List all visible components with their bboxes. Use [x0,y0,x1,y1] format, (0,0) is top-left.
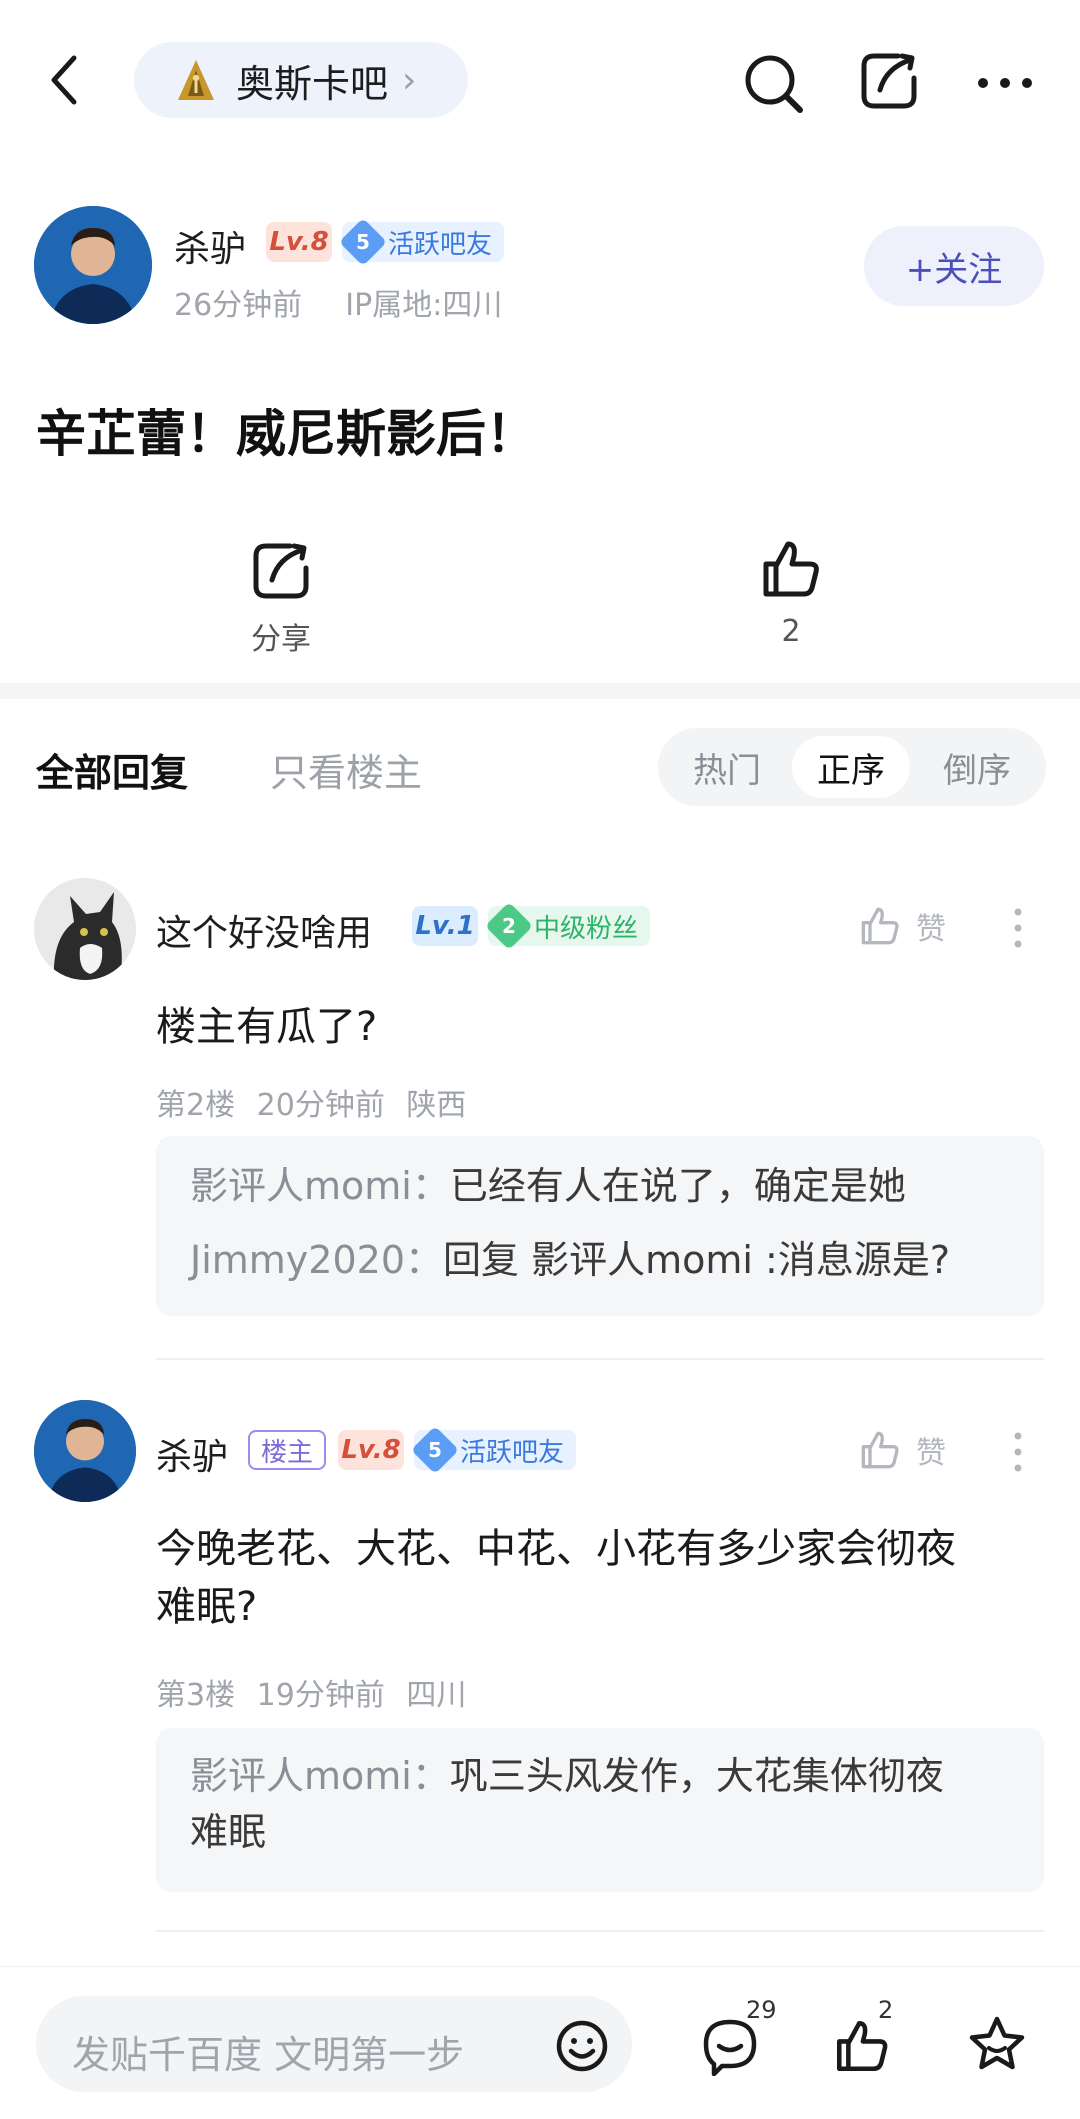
fan-badge: 2 中级粉丝 [484,901,651,951]
sort-descending[interactable]: 倒序 [918,736,1036,798]
level-badge: Lv.8 [266,222,332,262]
fan-title: 活跃吧友 [460,1437,565,1468]
more-icon[interactable] [975,68,1035,98]
oscar-logo-icon [174,56,218,104]
comment-count: 29 [746,1996,777,2024]
comment-icon[interactable] [700,2016,760,2076]
search-icon[interactable] [740,50,806,116]
level-badge: Lv.8 [338,1430,404,1470]
comment-text: 楼主有瓜了? [156,1004,378,1050]
author-name[interactable]: 杀驴 [174,220,246,272]
author-avatar[interactable] [34,206,152,324]
level-badge: Lv.1 [412,906,478,946]
commenter-avatar[interactable] [34,1400,136,1502]
sub-replies-box[interactable]: 影评人momi：巩三头风发作，大花集体彻夜 难眠 [156,1728,1044,1892]
sub-replies-box[interactable]: 影评人momi：已经有人在说了，确定是她 Jimmy2020：回复 影评人mom… [156,1136,1044,1316]
comment-meta: 第2楼 20分钟前 陕西 [156,1088,467,1123]
host-badge: 楼主 [248,1430,326,1470]
fan-badge: 5 活跃吧友 [410,1425,577,1475]
back-icon[interactable] [40,52,96,108]
sort-hot[interactable]: 热门 [668,736,786,798]
comment-more-icon[interactable] [1010,906,1026,950]
comment-divider [156,1930,1044,1932]
comment-text: 今晚老花、大花、中花、小花有多少家会彻夜 难眠? [156,1526,956,1630]
sub-reply: 影评人momi：巩三头风发作，大花集体彻夜 难眠 [190,1754,944,1854]
star-icon[interactable] [966,2014,1028,2076]
like-label: 赞 [916,912,946,947]
commenter-name[interactable]: 这个好没啥用 [156,904,372,956]
comment-like-button[interactable]: 赞 [858,904,946,948]
follow-button[interactable]: +关注 [864,226,1044,306]
section-divider [0,683,1080,699]
like-count-bottom: 2 [878,1996,894,2024]
share-action-icon[interactable] [248,538,314,604]
thumbs-up-icon [858,1428,902,1472]
like-count: 2 [781,614,801,649]
tab-owner-only[interactable]: 只看楼主 [270,742,422,797]
forum-link[interactable]: 奥斯卡吧 › [134,42,468,118]
sub-reply: 影评人momi：已经有人在说了，确定是她 [190,1164,906,1208]
share-icon[interactable] [856,48,922,114]
forum-name: 奥斯卡吧 [236,61,389,106]
sort-segmented-control: 热门 正序 倒序 [658,728,1046,806]
comment-divider [156,1358,1044,1360]
comment-like-button[interactable]: 赞 [858,1428,946,1472]
sub-reply: Jimmy2020：回复 影评人momi :消息源是? [190,1238,950,1282]
diamond-icon: 2 [484,901,534,951]
tab-all-replies[interactable]: 全部回复 [36,742,188,797]
commenter-name[interactable]: 杀驴 [156,1428,228,1480]
diamond-icon: 5 [410,1425,460,1475]
chevron-right-icon: › [402,59,417,101]
thumbs-up-icon[interactable] [758,536,824,602]
like-label: 赞 [916,1436,946,1471]
share-label[interactable]: 分享 [230,614,332,658]
post-ip: IP属地:四川 [345,288,503,323]
commenter-avatar[interactable] [34,878,136,980]
post-time: 26分钟前 [174,288,303,323]
diamond-icon: 5 [338,217,388,267]
sort-ascending[interactable]: 正序 [792,736,910,798]
reply-input-placeholder[interactable]: 发贴千百度 文明第一步 [72,2024,464,2079]
fan-title: 活跃吧友 [388,229,493,260]
emoji-icon[interactable] [554,2018,610,2074]
fan-title: 中级粉丝 [534,913,639,944]
fan-badge: 5 活跃吧友 [338,217,505,267]
post-meta: 26分钟前 IP属地:四川 [174,280,502,324]
thumbs-up-icon[interactable] [832,2016,892,2076]
comment-more-icon[interactable] [1010,1430,1026,1474]
comment-meta: 第3楼 19分钟前 四川 [156,1678,467,1713]
thumbs-up-icon [858,904,902,948]
post-title: 辛芷蕾！威尼斯影后！ [36,405,536,463]
